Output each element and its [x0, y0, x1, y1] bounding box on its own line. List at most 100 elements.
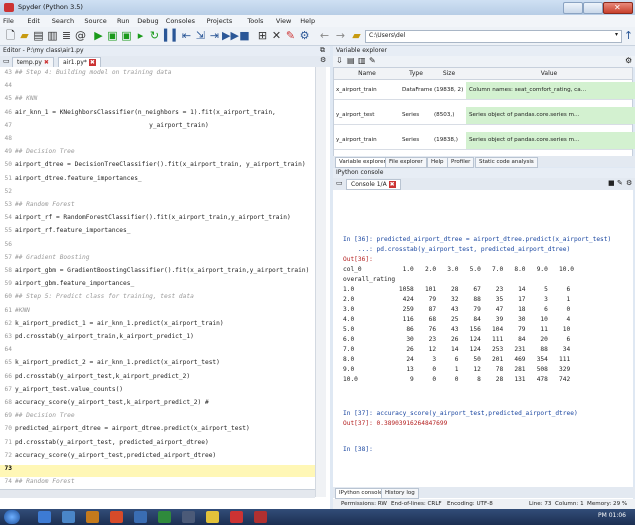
- remove-variables-icon[interactable]: ✎: [369, 56, 376, 65]
- folder-icon[interactable]: ▰: [350, 29, 363, 42]
- menu-projects[interactable]: Projects: [207, 17, 233, 25]
- tab-console-1a[interactable]: Console 1/A ✖: [346, 179, 401, 190]
- code-line[interactable]: 61 #KNN: [0, 307, 315, 319]
- run-selection-icon[interactable]: ▸: [134, 29, 147, 42]
- tools-icon[interactable]: ✕: [270, 29, 283, 42]
- ie-icon[interactable]: [38, 511, 51, 523]
- code-line[interactable]: 48: [0, 135, 315, 147]
- spyder-taskbar-icon[interactable]: [230, 511, 243, 523]
- tab-variable-explorer[interactable]: Variable explorer: [335, 157, 390, 168]
- pdf-icon[interactable]: [254, 511, 267, 523]
- at-icon[interactable]: @: [74, 29, 87, 42]
- browse-tabs-icon[interactable]: ▭: [336, 179, 343, 187]
- maximize-button[interactable]: [583, 2, 603, 14]
- editor-horizontal-scrollbar[interactable]: [0, 489, 315, 498]
- continue-icon[interactable]: ▶▶: [222, 29, 239, 42]
- column-header-value[interactable]: Value: [466, 68, 633, 80]
- chevron-down-icon[interactable]: ▾: [615, 31, 618, 38]
- code-line[interactable]: 67 y_airport_test.value_counts(): [0, 386, 315, 398]
- menu-edit[interactable]: Edit: [27, 17, 40, 25]
- code-line[interactable]: 65 k_airport_predict_2 = air_knn_1.predic…: [0, 359, 315, 371]
- code-line[interactable]: 58 airport_gbm = GradientBoostingClassifi…: [0, 267, 315, 279]
- new-file-icon[interactable]: 🗋: [4, 29, 17, 42]
- code-line[interactable]: 50 airport_dtree = DecisionTreeClassifier…: [0, 161, 315, 173]
- close-tab-icon[interactable]: ✖: [388, 181, 396, 188]
- tab-ipython-console[interactable]: IPython console: [335, 488, 387, 499]
- import-data-icon[interactable]: ⇩: [336, 56, 343, 65]
- forward-icon[interactable]: →: [334, 29, 347, 42]
- save-all-icon[interactable]: ▥: [46, 29, 59, 42]
- code-editor[interactable]: 43 ## Step 4: Building model on training …: [0, 67, 330, 509]
- tab-file-explorer[interactable]: File explorer: [385, 157, 427, 168]
- ipython-console[interactable]: In [36]: predicted_airport_dtree = airpo…: [333, 190, 633, 506]
- run-cell-advance-icon[interactable]: ▣: [120, 29, 133, 42]
- step-icon[interactable]: ⇤: [180, 29, 193, 42]
- excel-icon[interactable]: [158, 511, 171, 523]
- run-cell-icon[interactable]: ▣: [106, 29, 119, 42]
- step-into-icon[interactable]: ⇲: [194, 29, 207, 42]
- code-line[interactable]: 68 accuracy_score(y_airport_test,k_airpor…: [0, 399, 315, 411]
- menu-tools[interactable]: Tools: [247, 17, 263, 25]
- word-icon[interactable]: [134, 511, 147, 523]
- stop-icon[interactable]: ■: [608, 179, 615, 187]
- code-line[interactable]: 47 y_airport_train): [0, 122, 315, 134]
- tab-history-log[interactable]: History log: [381, 488, 419, 499]
- tab-profiler[interactable]: Profiler: [447, 157, 475, 168]
- tab-static-code-analysis[interactable]: Static code analysis: [475, 157, 538, 168]
- column-header-size[interactable]: Size: [432, 68, 467, 80]
- code-line[interactable]: 59 airport_gbm.feature_importances_: [0, 280, 315, 292]
- step-return-icon[interactable]: ⇥: [208, 29, 221, 42]
- code-line[interactable]: 57 ## Gradient Boosting: [0, 254, 315, 266]
- list-icon[interactable]: ≣: [60, 29, 73, 42]
- maximize-pane-icon[interactable]: ⊞: [256, 29, 269, 42]
- menu-view[interactable]: View: [276, 17, 291, 25]
- save-icon[interactable]: ▤: [32, 29, 45, 42]
- code-line[interactable]: 71 pd.crosstab(y_airport_test, predicted_…: [0, 439, 315, 451]
- python-path-icon[interactable]: ✎: [284, 29, 297, 42]
- code-line[interactable]: 52: [0, 188, 315, 200]
- rerun-icon[interactable]: ↻: [148, 29, 161, 42]
- code-line[interactable]: 60 ## Step 5: Predict class for training,…: [0, 293, 315, 305]
- working-directory-input[interactable]: C:\Users\del ▾: [365, 30, 622, 43]
- browse-tabs-icon[interactable]: ▭: [3, 57, 10, 65]
- code-line[interactable]: 45 ## KNN: [0, 95, 315, 107]
- column-header-type[interactable]: Type: [400, 68, 433, 80]
- settings-icon[interactable]: ⚙: [298, 29, 311, 42]
- code-line[interactable]: 53 ## Random Forest: [0, 201, 315, 213]
- window-icon[interactable]: [182, 511, 195, 523]
- save-data-icon[interactable]: ▤: [347, 56, 355, 65]
- save-as-icon[interactable]: ▥: [358, 56, 366, 65]
- python-icon[interactable]: [206, 511, 219, 523]
- menu-run[interactable]: Run: [117, 17, 129, 25]
- code-line[interactable]: 69 ## Decision Tree: [0, 412, 315, 424]
- code-line[interactable]: 55 airport_rf.feature_importances_: [0, 227, 315, 239]
- code-line[interactable]: 66 pd.crosstab(y_airport_test,k_airport_p…: [0, 373, 315, 385]
- variable-row[interactable]: y_airport_test Series (8503,) Series object…: [334, 107, 635, 125]
- code-line[interactable]: 44: [0, 82, 315, 94]
- options-icon[interactable]: ⚙: [625, 56, 632, 65]
- menu-file[interactable]: File: [3, 17, 14, 25]
- code-line[interactable]: 43 ## Step 4: Building model on training …: [0, 69, 315, 81]
- start-button-icon[interactable]: [4, 510, 20, 524]
- code-line[interactable]: 54 airport_rf = RandomForestClassifier().…: [0, 214, 315, 226]
- minimize-button[interactable]: [563, 2, 583, 14]
- code-line[interactable]: 62 k_airport_predict_1 = air_knn_1.predic…: [0, 320, 315, 332]
- debug-icon[interactable]: ▍▍: [164, 29, 181, 42]
- run-icon[interactable]: ▶: [92, 29, 105, 42]
- explorer-icon[interactable]: [62, 511, 75, 523]
- code-line[interactable]: 56: [0, 241, 315, 253]
- editor-vertical-scrollbar[interactable]: [315, 67, 326, 497]
- edit-icon[interactable]: ✎: [617, 179, 623, 187]
- tab-help[interactable]: Help: [427, 157, 448, 168]
- menu-source[interactable]: Source: [84, 17, 106, 25]
- menu-search[interactable]: Search: [52, 17, 74, 25]
- menu-help[interactable]: Help: [300, 17, 315, 25]
- code-line[interactable]: 73: [0, 465, 315, 477]
- options-icon[interactable]: ⚙: [626, 179, 632, 187]
- back-icon[interactable]: ←: [318, 29, 331, 42]
- options-icon[interactable]: ⚙: [320, 56, 326, 64]
- browse-directory-icon[interactable]: ↑: [622, 29, 635, 42]
- close-tab-icon[interactable]: ✖: [88, 59, 96, 66]
- media-icon[interactable]: [86, 511, 99, 523]
- variable-row[interactable]: x_airport_train DataFrame (19838, 2) Column…: [334, 82, 635, 100]
